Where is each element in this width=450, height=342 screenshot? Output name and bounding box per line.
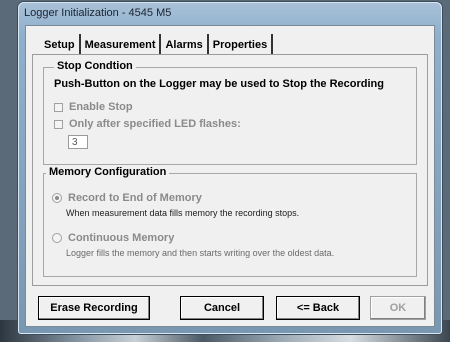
led-flashes-count-input[interactable]: 3 <box>68 135 88 149</box>
tab-alarms[interactable]: Alarms <box>161 34 209 54</box>
checkbox-box[interactable] <box>54 119 63 129</box>
enable-stop-label: Enable Stop <box>69 101 133 113</box>
tab-setup[interactable]: Setup <box>40 34 81 54</box>
ok-button[interactable]: OK <box>370 296 426 320</box>
setup-panel: Stop Condtion Push-Button on the Logger … <box>32 54 428 286</box>
record-to-end-radio[interactable]: Record to End of Memory <box>52 192 202 204</box>
stop-condition-info: Push-Button on the Logger may be used to… <box>54 78 384 90</box>
enable-stop-checkbox[interactable]: Enable Stop <box>54 101 133 113</box>
tab-properties[interactable]: Properties <box>209 34 274 54</box>
tab-measurement[interactable]: Measurement <box>81 34 162 54</box>
cancel-button[interactable]: Cancel <box>180 296 264 320</box>
led-flashes-checkbox[interactable]: Only after specified LED flashes: <box>54 118 241 130</box>
radio-dot[interactable] <box>52 233 62 243</box>
erase-recording-button[interactable]: Erase Recording <box>38 296 150 320</box>
window-title: Logger Initialization - 4545 M5 <box>24 7 172 19</box>
dialog-window: Logger Initialization - 4545 M5 Setup Me… <box>18 2 442 334</box>
back-button[interactable]: <= Back <box>276 296 360 320</box>
continuous-memory-description: Logger fills the memory and then starts … <box>66 248 335 258</box>
memory-configuration-group: Memory Configuration Record to End of Me… <box>43 166 417 277</box>
dialog-client-area: Setup Measurement Alarms Properties Stop… <box>26 26 434 326</box>
memory-configuration-legend: Memory Configuration <box>46 166 170 178</box>
checkbox-box[interactable] <box>54 102 63 112</box>
continuous-memory-radio[interactable]: Continuous Memory <box>52 232 174 244</box>
stop-condition-group: Stop Condtion Push-Button on the Logger … <box>43 60 417 165</box>
record-to-end-label: Record to End of Memory <box>68 192 202 204</box>
tab-strip: Setup Measurement Alarms Properties <box>40 34 274 54</box>
continuous-memory-label: Continuous Memory <box>68 232 175 244</box>
radio-dot[interactable] <box>52 193 62 203</box>
record-to-end-description: When measurement data fills memory the r… <box>66 208 300 218</box>
stop-condition-legend: Stop Condtion <box>54 60 136 72</box>
led-flashes-label: Only after specified LED flashes: <box>69 118 241 130</box>
